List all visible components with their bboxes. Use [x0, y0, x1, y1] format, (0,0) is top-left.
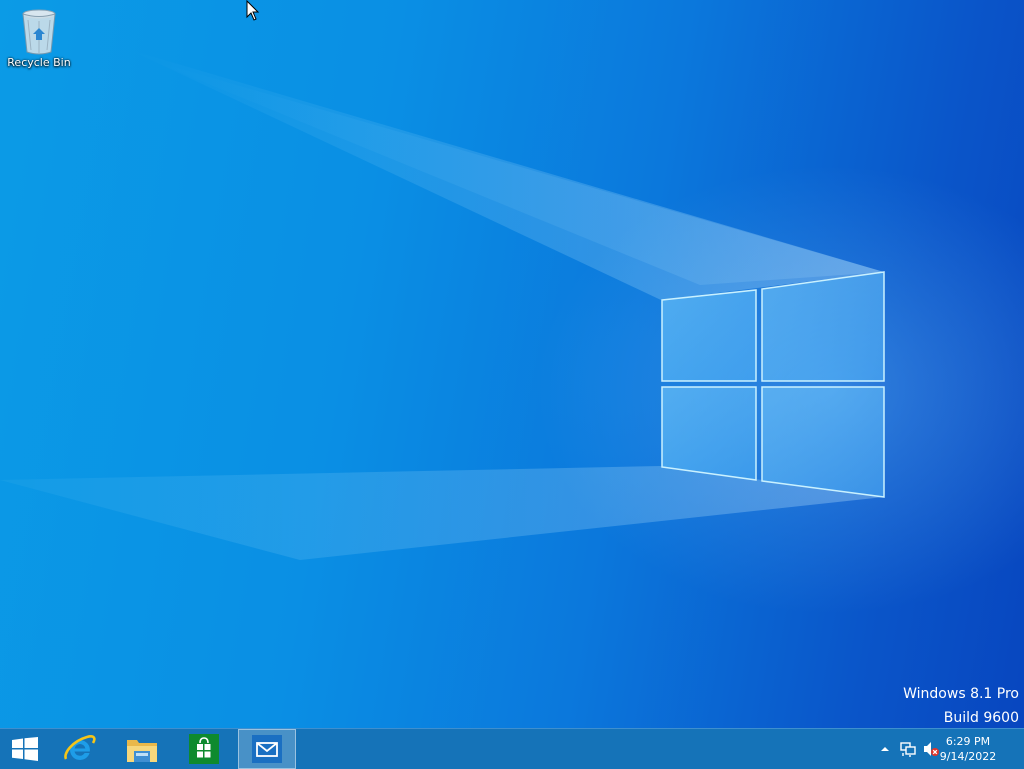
taskbar-internet-explorer-button[interactable]: [52, 729, 108, 769]
mouse-pointer-icon: [246, 0, 260, 21]
system-tray: 6:29 PM 9/14/2022: [864, 729, 1024, 769]
clock-date: 9/14/2022: [939, 750, 997, 763]
taskbar-clock[interactable]: 6:29 PM 9/14/2022: [930, 734, 1006, 764]
wallpaper-art: [0, 50, 885, 560]
desktop-icon-label: Recycle Bin: [7, 56, 71, 69]
watermark-build: Build 9600: [943, 710, 1019, 726]
clock-time: 6:29 PM: [945, 735, 991, 748]
desktop-icon-recycle-bin[interactable]: Recycle Bin: [4, 4, 74, 76]
taskbar-mail-button[interactable]: [238, 729, 296, 769]
start-button[interactable]: [0, 729, 50, 769]
watermark-edition: Windows 8.1 Pro: [903, 686, 1019, 702]
internet-explorer-icon: [64, 735, 96, 760]
desktop-background[interactable]: Recycle Bin Windows 8.1 Pro Build 9600: [0, 0, 1024, 728]
show-hidden-icons-arrow-icon: [881, 747, 889, 751]
file-explorer-icon: [127, 740, 157, 762]
taskbar: 6:29 PM 9/14/2022: [0, 728, 1024, 769]
taskbar-file-explorer-button[interactable]: [114, 729, 170, 769]
store-icon: [189, 734, 219, 764]
taskbar-store-button[interactable]: [176, 729, 232, 769]
show-hidden-icons-button[interactable]: [874, 729, 896, 769]
windows-edition-watermark: Windows 8.1 Pro Build 9600: [903, 682, 1019, 728]
windows-logo-icon: [12, 737, 38, 761]
windows-logo-wallpaper-icon: [661, 271, 885, 498]
recycle-bin-icon: [22, 9, 56, 55]
mail-icon: [252, 735, 282, 763]
network-icon: [900, 742, 916, 757]
network-tray-button[interactable]: [897, 729, 919, 769]
